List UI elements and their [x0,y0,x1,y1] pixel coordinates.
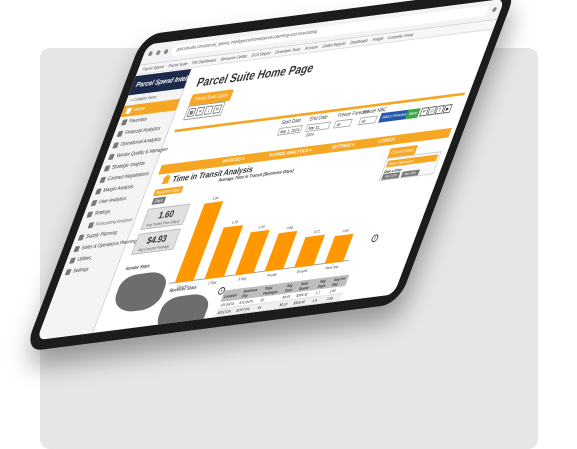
chart-category-label: 2 Day [207,279,218,286]
reload-icon[interactable] [163,49,169,55]
chart-bar[interactable] [264,231,298,272]
table-cell: 41 [246,324,271,335]
table-cell: 3.15 [309,331,329,341]
table-cell: 1.5 [295,333,313,341]
table-cell: $4.55 [273,307,291,317]
chart-category-label: 3 Day [237,275,248,282]
table-cell: $219.76 [282,320,304,331]
table-cell: 2.55 [315,316,334,326]
table-cell: DALLAS [209,322,231,333]
kpi-avg-cost: $4.93 Avg Cost per Package [131,228,182,255]
chart-category-label: Ground [296,267,309,274]
table-cell: 2.1 [301,318,319,328]
kpi-tag-days[interactable]: Days [151,196,167,205]
table-row[interactable]: EL PASOEL PASO23$5.68$130.642.42.37 [203,323,331,341]
chart-category-label: Priority [266,271,278,278]
info-icon[interactable]: i [370,234,380,243]
table-cell: $378.84 [284,312,307,323]
table-cell: 3.25 [320,300,340,311]
table-cell: $130.64 [279,327,302,338]
table-cell: $5.68 [265,330,283,340]
table-cell: DENVER [206,329,228,340]
table-cell: 2.37 [312,323,331,334]
table-row[interactable]: HOUSTONHOUSTON98$4.73$463.541.53.15 [200,331,329,341]
table-row[interactable]: MIAMIMIAMI56$5.02$281.121.82.79 [197,339,326,341]
date-to[interactable]: Mar 2024 [400,169,421,178]
table-cell: 2.79 [306,339,326,341]
bookmark-item[interactable]: Dashboard [349,36,369,47]
table-cell: CHICAGO [230,311,255,323]
chart-value-label: 0.72 [313,228,321,234]
table-cell: 1.4 [306,302,324,313]
chart-value-label: 0.88 [285,225,294,231]
table-cell: DALLAS [227,319,252,330]
save-button[interactable]: Save [404,108,421,120]
receiver-us-map[interactable] [150,291,214,337]
profile-icon[interactable] [491,6,498,13]
kpi-tag-business-days[interactable]: Business Days [153,186,184,197]
start-date-select[interactable]: Mar 1, 2024 [276,125,304,136]
sender-map-title: Sender Stats [124,263,151,273]
table-cell: $463.54 [276,335,299,341]
bookmark-item[interactable]: Account [303,43,319,53]
forward-icon[interactable] [155,50,162,56]
freeze-nbc-select[interactable]: All [357,115,378,126]
table-cell: 77 [249,316,274,328]
tablet-device: parcelsuite.com/parcel_spend_intelligenc… [24,0,518,352]
end-date-select[interactable]: Mar 31, 2024 [304,121,332,138]
chart-value-label: 1.00 [257,223,266,230]
chart-value-label: 1.84 [211,195,220,201]
sidebar-item-label: Settings [71,266,90,275]
kpi-avg-transit: 1.60 Avg Transit Time (Days) [140,203,191,230]
sidebar-item-label: Utilities [76,255,93,263]
chart-value-label: 1.19 [231,219,239,226]
chart-category-label: Next Day [324,263,340,271]
table-cell: EL PASO [221,334,247,341]
destination-input[interactable]: Select Destination [385,154,439,168]
table-cell: 2.4 [298,325,316,336]
date-from[interactable]: Mar 2024 [381,171,401,180]
app: Parcel Spend Intelligence « Collapse men… [36,30,493,341]
freeze-forecast-select[interactable]: All [332,118,353,129]
table-row[interactable]: DENVER DENVER 41 $5.36 $219.76 2.1 2.55 [206,316,334,340]
sidebar-item-label: Settings [93,209,112,217]
chart-value-label: 0.64 [341,228,350,234]
table-cell: $5.36 [268,322,285,332]
stage: parcelsuite.com/parcel_spend_intelligenc… [0,0,577,449]
table-cell: $4.73 [262,337,280,341]
sidebar-item-label: Favorites [127,116,148,125]
table-cell: 3.07 [318,308,337,319]
chart-bar[interactable] [324,233,354,265]
table-cell: 1.6 [303,310,321,321]
table-cell: 23 [243,331,269,341]
sidebar-item-label: Home [132,105,146,114]
table-cell: $4.92 [270,314,288,325]
table-cell: EL PASO [203,337,225,341]
table-cell: $546.00 [287,304,310,315]
back-icon[interactable] [147,51,154,57]
table-cell: CHICAGO [211,314,234,325]
table-cell: DENVER [224,327,250,338]
bookmark-item[interactable]: Freight [371,34,385,44]
tablet-screen: parcelsuite.com/parcel_spend_intelligenc… [36,0,505,341]
